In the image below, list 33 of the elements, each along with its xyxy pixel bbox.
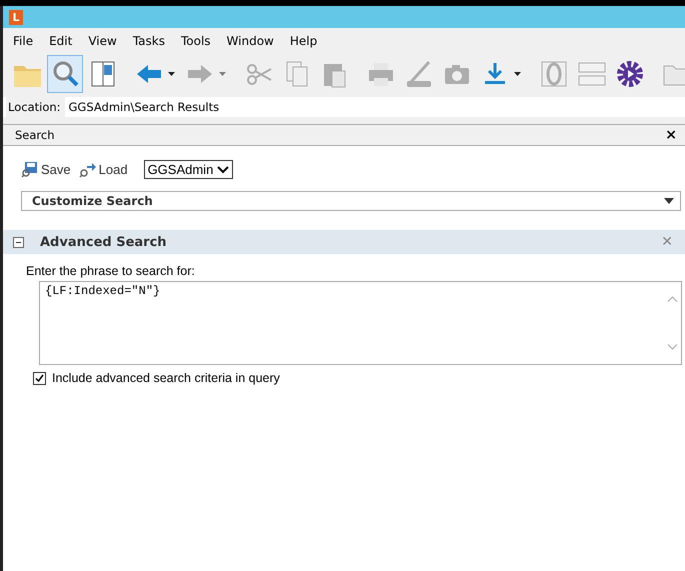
menu-item[interactable]: Window — [218, 34, 282, 48]
menu-item[interactable]: Tools — [172, 34, 219, 48]
toolbar-button[interactable] — [47, 55, 83, 93]
chevron-icon — [217, 166, 230, 174]
menu-item[interactable]: Edit — [41, 34, 80, 48]
close-button[interactable]: × — [665, 127, 677, 143]
caret-icon — [664, 198, 674, 204]
caret-icon[interactable] — [168, 72, 175, 76]
scroll-down-icon[interactable] — [666, 344, 678, 350]
panel-title: Search — [15, 128, 55, 142]
customize-search-dropdown[interactable]: Customize Search — [21, 191, 681, 211]
section-title: Advanced Search — [40, 234, 168, 250]
query-text: {LF:Indexed="N"} — [44, 283, 162, 300]
arrow-icon — [78, 161, 96, 178]
collapse-icon[interactable] — [13, 236, 24, 248]
menu-item[interactable]: File — [5, 34, 42, 48]
field-label: Enter the phrase to search for: — [25, 263, 196, 278]
repository-dropdown[interactable]: GGSAdmin — [144, 160, 234, 179]
location-label: Location: — [6, 97, 65, 117]
menu-item[interactable]: Tasks — [124, 34, 173, 48]
menu-item[interactable]: View — [80, 34, 125, 48]
checkbox-label: Include advanced search criteria in query — [52, 371, 280, 385]
menu-item[interactable]: Help — [282, 34, 326, 48]
save-button[interactable]: Save — [21, 161, 71, 178]
checkbox[interactable] — [33, 372, 46, 384]
gear-icon — [614, 58, 646, 90]
app-logo: L — [9, 10, 23, 24]
disk-icon — [21, 161, 38, 178]
caret-icon[interactable] — [514, 72, 521, 76]
scroll-up-icon[interactable] — [666, 296, 678, 302]
location-path: GGSAdmin\Search Results — [68, 100, 220, 114]
query-field[interactable]: {LF:Indexed="N"} — [39, 281, 682, 365]
load-button[interactable]: Load — [78, 161, 128, 178]
